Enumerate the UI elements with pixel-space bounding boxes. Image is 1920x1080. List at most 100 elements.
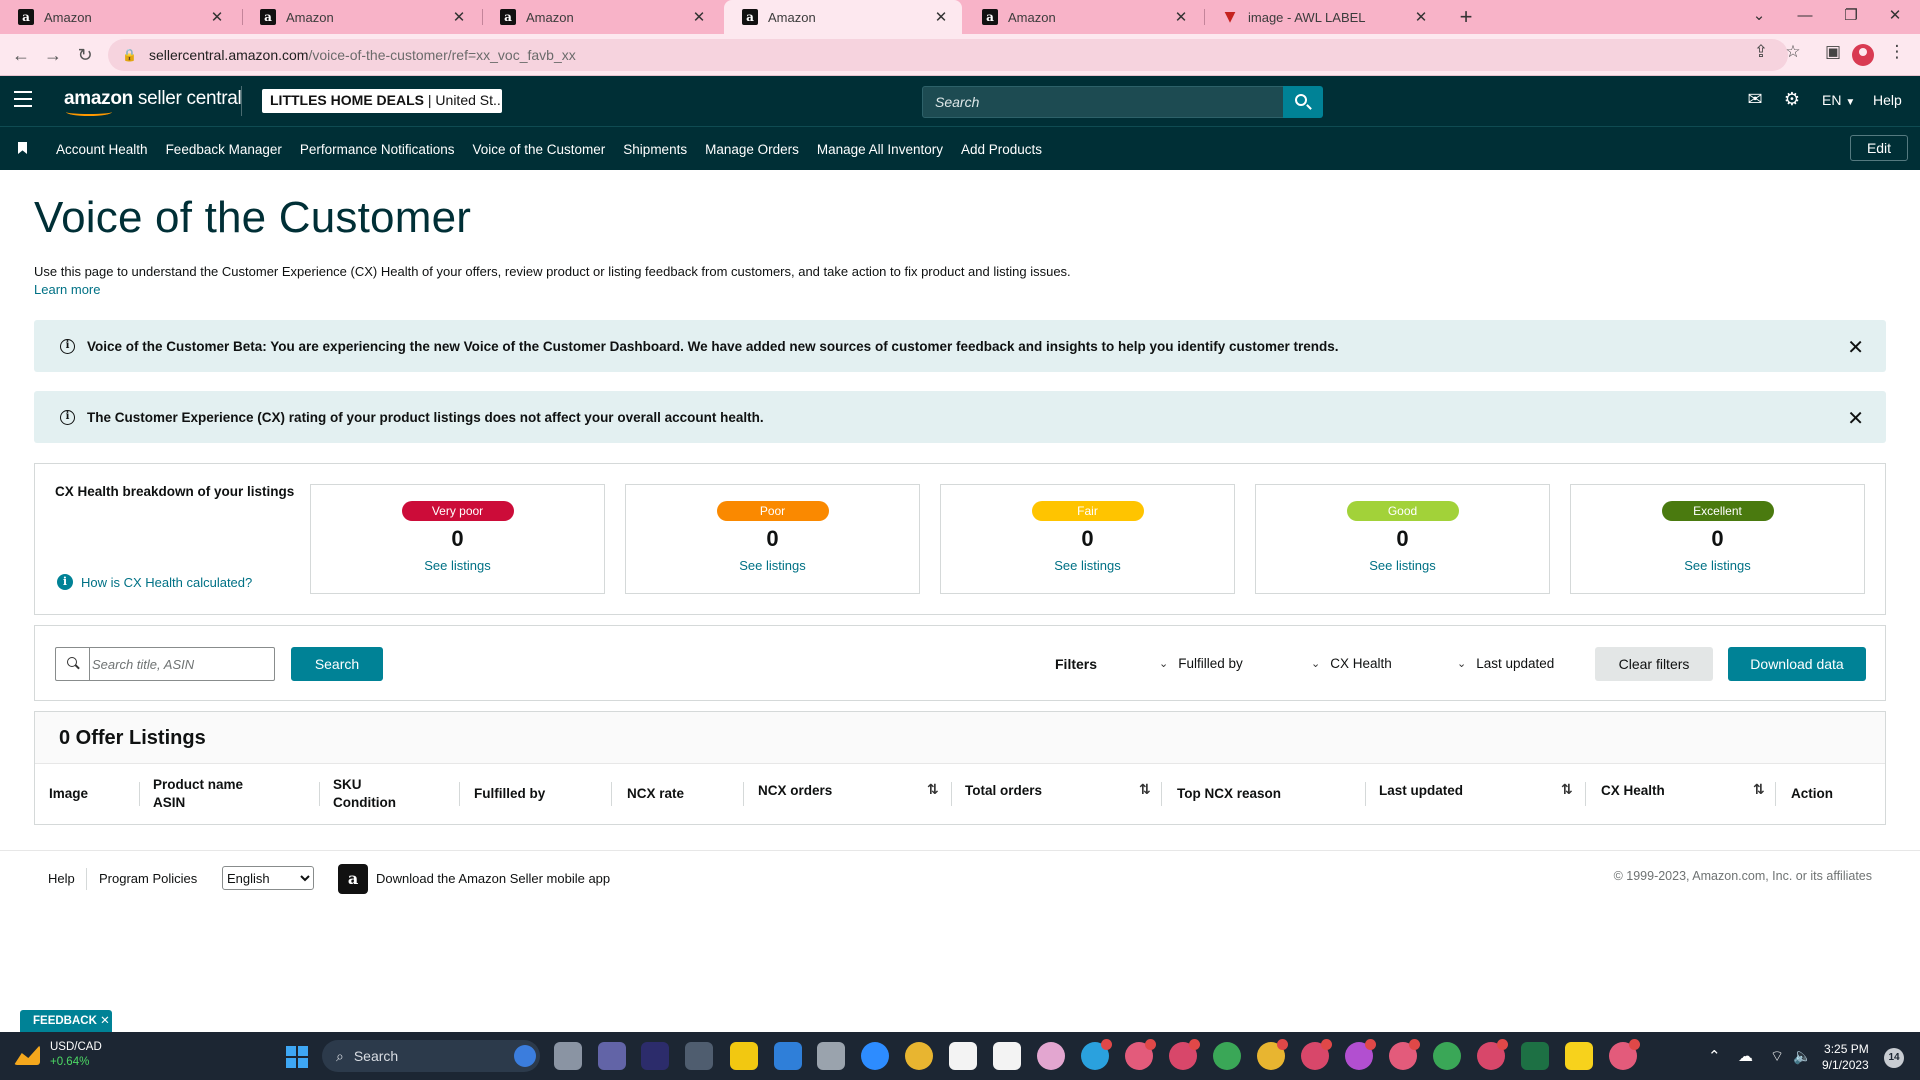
column-header-ncx-orders[interactable]: NCX orders (758, 782, 832, 800)
browser-tab-active[interactable]: a Amazon ✕ (724, 0, 962, 34)
listing-search-input[interactable] (92, 651, 268, 677)
forward-icon[interactable]: → (40, 42, 66, 68)
calendar-icon[interactable] (774, 1042, 802, 1070)
bookmark-star-icon[interactable]: ☆ (1780, 42, 1806, 62)
file-explorer-icon[interactable] (730, 1042, 758, 1070)
chrome-profile-icon[interactable] (1433, 1042, 1461, 1070)
column-header-product-name[interactable]: Product name ASIN (153, 776, 243, 812)
minimize-icon[interactable]: — (1790, 2, 1820, 30)
nav-item-shipments[interactable]: Shipments (623, 142, 687, 157)
calculator-icon[interactable] (817, 1042, 845, 1070)
bing-icon[interactable] (514, 1045, 536, 1067)
column-header-total-orders[interactable]: Total orders (965, 782, 1042, 800)
sort-icon[interactable]: ⇅ (927, 781, 939, 798)
download-app-link[interactable]: Download the Amazon Seller mobile app (376, 871, 610, 886)
sort-icon[interactable]: ⇅ (1139, 781, 1151, 798)
sort-icon[interactable]: ⇅ (1561, 781, 1573, 798)
taskbar-search[interactable]: ⌕ Search (322, 1040, 540, 1072)
share-icon[interactable]: ⇪ (1748, 42, 1774, 62)
profile-avatar-icon[interactable] (1852, 44, 1874, 66)
header-search-button[interactable] (1283, 86, 1323, 118)
chrome-profile-icon[interactable] (1257, 1039, 1288, 1070)
browser-tab[interactable]: a Amazon ✕ (964, 0, 1202, 34)
cx-health-dropdown[interactable]: ⌄ CX Health (1311, 656, 1392, 671)
help-link[interactable]: Help (1873, 92, 1902, 108)
see-listings-link[interactable]: See listings (311, 558, 604, 573)
chart-app-icon[interactable] (993, 1042, 1021, 1070)
wifi-icon[interactable]: ⌔ (1770, 1047, 1784, 1066)
close-icon[interactable]: ✕ (690, 8, 708, 26)
close-icon[interactable]: ✕ (1847, 406, 1864, 431)
see-listings-link[interactable]: See listings (1256, 558, 1549, 573)
telegram-icon[interactable] (1081, 1039, 1112, 1070)
footer-help-link[interactable]: Help (48, 871, 75, 886)
column-header-last-updated[interactable]: Last updated (1379, 782, 1463, 800)
slack-icon[interactable] (1037, 1042, 1065, 1070)
chrome-menu-icon[interactable]: ⋮ (1884, 42, 1910, 62)
ticker-widget[interactable]: USD/CAD +0.64% (14, 1040, 102, 1070)
nav-item-performance-notifications[interactable]: Performance Notifications (300, 142, 455, 157)
download-data-button[interactable]: Download data (1728, 647, 1866, 681)
nav-item-account-health[interactable]: Account Health (56, 142, 148, 157)
browser-tab[interactable]: ▼ image - AWL LABEL ✕ (1204, 0, 1442, 34)
back-icon[interactable]: ← (8, 42, 34, 68)
tab-search-icon[interactable]: ⌄ (1744, 2, 1774, 30)
browser-tab[interactable]: a Amazon ✕ (482, 0, 720, 34)
browser-tab[interactable]: a Amazon ✕ (0, 0, 238, 34)
see-listings-link[interactable]: See listings (1571, 558, 1864, 573)
program-policies-link[interactable]: Program Policies (99, 871, 197, 886)
chrome-profile-icon[interactable] (1213, 1042, 1241, 1070)
browser-tab[interactable]: a Amazon ✕ (242, 0, 480, 34)
chrome-profile-icon[interactable] (1301, 1039, 1332, 1070)
volume-icon[interactable]: 🔈 (1793, 1047, 1812, 1065)
language-selector[interactable]: EN ▼ (1822, 92, 1855, 108)
nav-item-voice-of-the-customer[interactable]: Voice of the Customer (472, 142, 605, 157)
column-header-cx-health[interactable]: CX Health (1601, 782, 1665, 800)
excel-icon[interactable] (1521, 1042, 1549, 1070)
side-panel-icon[interactable]: ▣ (1820, 42, 1846, 62)
chrome-active-icon[interactable] (1609, 1039, 1640, 1070)
nav-item-feedback-manager[interactable]: Feedback Manager (166, 142, 282, 157)
onedrive-icon[interactable]: ☁ (1738, 1047, 1753, 1065)
fulfilled-by-dropdown[interactable]: ⌄ Fulfilled by (1159, 656, 1243, 671)
close-icon[interactable]: ✕ (932, 8, 950, 26)
chart-app-icon[interactable] (949, 1042, 977, 1070)
new-tab-icon[interactable]: + (1454, 4, 1478, 30)
teams-icon[interactable] (598, 1042, 626, 1070)
close-icon[interactable]: ✕ (1412, 8, 1430, 26)
chrome-profile-icon[interactable] (1125, 1039, 1156, 1070)
bookmark-icon[interactable] (18, 142, 27, 154)
nzxt-icon[interactable] (641, 1042, 669, 1070)
notification-center-badge[interactable]: 14 (1884, 1048, 1904, 1068)
edit-nav-button[interactable]: Edit (1850, 135, 1908, 161)
store-selector[interactable]: LITTLES HOME DEALS | United St... (262, 89, 502, 113)
sort-icon[interactable]: ⇅ (1753, 781, 1765, 798)
chrome-profile-icon[interactable] (1345, 1039, 1376, 1070)
system-clock[interactable]: 3:25 PM 9/1/2023 (1822, 1041, 1869, 1073)
feedback-tab[interactable]: FEEDBACK ✕ (20, 1010, 112, 1032)
close-icon[interactable]: ✕ (1172, 8, 1190, 26)
sticky-notes-icon[interactable] (1565, 1042, 1593, 1070)
chrome-icon[interactable] (905, 1042, 933, 1070)
nav-item-manage-orders[interactable]: Manage Orders (705, 142, 799, 157)
chrome-profile-icon[interactable] (1477, 1039, 1508, 1070)
windows-start-icon[interactable] (286, 1046, 308, 1068)
column-header-sku[interactable]: SKU Condition (333, 776, 396, 812)
see-listings-link[interactable]: See listings (941, 558, 1234, 573)
nav-item-manage-all-inventory[interactable]: Manage All Inventory (817, 142, 943, 157)
gear-icon[interactable]: ⚙ (1779, 89, 1805, 110)
last-updated-dropdown[interactable]: ⌄ Last updated (1457, 656, 1554, 671)
reload-icon[interactable]: ↻ (72, 42, 98, 68)
clear-filters-button[interactable]: Clear filters (1595, 647, 1713, 681)
seller-central-logo[interactable]: amazon seller central (64, 88, 242, 116)
see-listings-link[interactable]: See listings (626, 558, 919, 573)
footer-language-select[interactable]: English (222, 866, 314, 890)
close-icon[interactable]: ✕ (208, 8, 226, 26)
cx-health-how-link[interactable]: i How is CX Health calculated? (57, 574, 252, 590)
chrome-profile-icon[interactable] (1169, 1039, 1200, 1070)
learn-more-link[interactable]: Learn more (34, 282, 100, 297)
close-icon[interactable]: ✕ (450, 8, 468, 26)
close-icon[interactable]: ✕ (1847, 335, 1864, 360)
app-icon[interactable] (685, 1042, 713, 1070)
restore-icon[interactable]: ❐ (1836, 2, 1866, 30)
